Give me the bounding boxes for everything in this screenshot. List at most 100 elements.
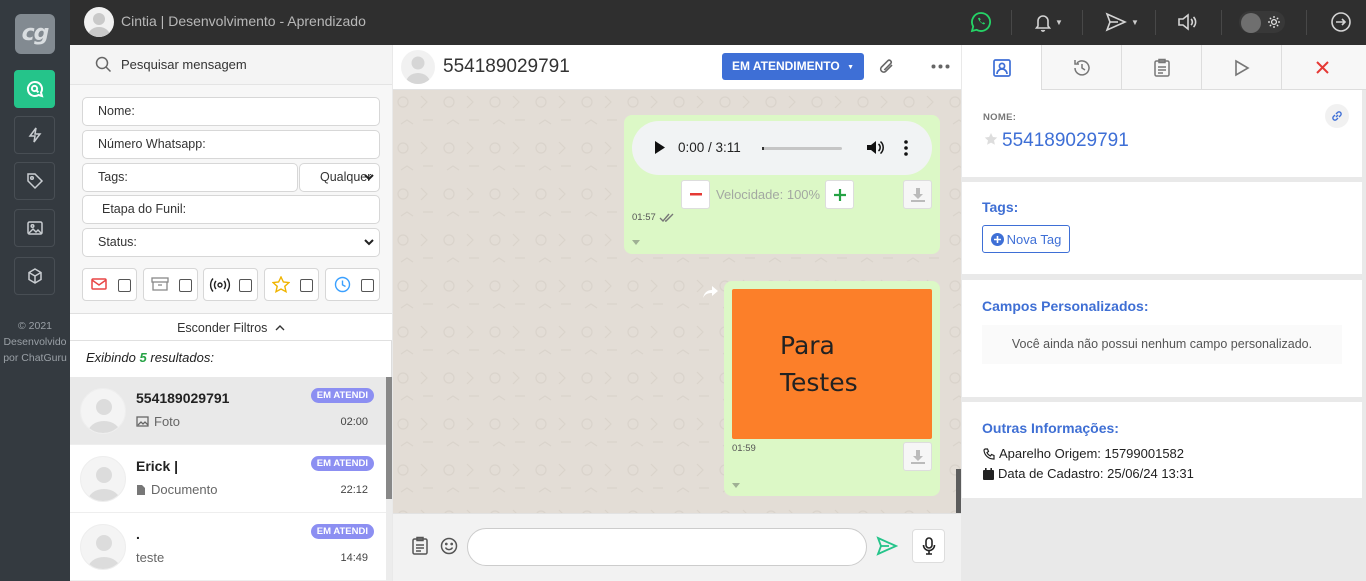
contact-avatar[interactable] [401,50,435,84]
tab-notes[interactable] [1122,45,1202,90]
archived-checkbox[interactable] [179,279,192,292]
message-caret-icon[interactable] [732,483,740,488]
hide-filters-label: Esconder Filtros [177,321,268,335]
chat-list-item[interactable]: 554189029791 Foto EM ATENDI 02:00 [70,377,386,445]
nav-automation-button[interactable] [14,116,55,154]
send-menu-button[interactable]: ▼ [1104,11,1139,33]
filter-favorites[interactable] [264,268,319,301]
search-input[interactable]: Pesquisar mensagem [121,57,247,72]
kebab-menu-icon[interactable] [904,140,908,156]
whatsapp-icon[interactable] [970,11,992,33]
theme-toggle[interactable] [1239,11,1285,33]
paperclip-icon[interactable] [877,56,897,78]
message-time: 01:59 [732,443,756,454]
copyright-text: © 2021 Desenvolvido por ChatGuru [0,318,70,366]
registration-date-info: Data de Cadastro: 25/06/24 13:31 [983,466,1194,481]
contact-card-icon [992,58,1012,78]
tags-filter-input[interactable]: Tags: [82,163,298,192]
decrease-speed-button[interactable] [681,180,710,209]
topbar-divider [1306,10,1307,35]
chat-preview: Foto [136,414,180,429]
download-image-button[interactable] [903,442,932,471]
app-logo[interactable]: cg [15,14,55,54]
chat-time: 22:12 [340,484,368,496]
contact-avatar [80,524,126,570]
chat-time: 14:49 [340,552,368,564]
image-icon [136,416,149,427]
nav-tags-button[interactable] [14,162,55,200]
name-filter-input[interactable]: Nome: [82,97,380,126]
audio-player[interactable]: 0:00 / 3:11 [632,121,932,175]
star-icon [272,276,290,293]
funnel-stage-filter-input[interactable]: Etapa do Funil: [82,195,380,224]
tab-automations[interactable] [1202,45,1282,90]
logout-icon[interactable] [1330,11,1352,33]
download-audio-button[interactable] [903,180,932,209]
filter-scheduled[interactable] [325,268,380,301]
more-options-icon[interactable] [931,64,950,69]
device-origin-text: Aparelho Origem: 15799001582 [999,446,1185,461]
topbar-divider [1011,10,1012,35]
audio-progress-track[interactable] [762,147,842,150]
document-icon [136,484,146,496]
emoji-icon[interactable] [440,537,458,555]
scheduled-checkbox[interactable] [361,279,374,292]
microphone-icon [922,537,936,555]
star-icon[interactable] [984,133,998,146]
message-input[interactable] [467,528,867,566]
unread-checkbox[interactable] [118,279,131,292]
audio-progress-fill [762,147,764,150]
phone-filter-input[interactable]: Número Whatsapp: [82,130,380,159]
chat-preview-text: Foto [154,414,181,429]
close-panel-button[interactable] [1282,45,1362,90]
bell-icon [1034,12,1052,32]
chat-preview: Documento [136,482,217,497]
copy-link-button[interactable] [1325,104,1349,128]
filter-archived[interactable] [143,268,198,301]
chat-search-icon [25,79,45,99]
message-area-scrollbar[interactable] [956,469,961,513]
filter-broadcast[interactable] [203,268,258,301]
forward-icon[interactable] [703,286,718,298]
filter-unread[interactable] [82,268,137,301]
tab-history[interactable] [1042,45,1122,90]
nav-integrations-button[interactable] [14,257,55,295]
record-audio-button[interactable] [912,529,945,563]
chat-list-item[interactable]: Erick | Documento EM ATENDI 22:12 [70,445,386,513]
new-tag-button[interactable]: Nova Tag [982,225,1070,253]
hide-filters-toggle[interactable]: Esconder Filtros [70,313,392,341]
chat-list-item[interactable]: . teste EM ATENDI 14:49 [70,513,386,581]
play-icon[interactable] [654,141,665,154]
status-badge: EM ATENDI [310,456,374,471]
phone-icon [983,447,995,460]
speaker-icon[interactable] [866,139,884,156]
play-icon [1234,59,1250,77]
message-caret-icon[interactable] [632,240,640,245]
chat-list-scroll-thumb[interactable] [386,377,392,499]
nav-chat-button[interactable] [14,70,55,108]
search-icon [95,56,112,73]
status-filter-select[interactable]: Status: [82,228,380,257]
notifications-button[interactable]: ▼ [1034,12,1063,32]
quick-replies-icon[interactable] [411,536,429,556]
chevron-up-icon [275,324,285,331]
attendance-status-dropdown[interactable]: EM ATENDIMENTO ▼ [722,53,864,80]
favorites-checkbox[interactable] [300,279,313,292]
nav-media-button[interactable] [14,209,55,247]
broadcast-checkbox[interactable] [239,279,252,292]
chevron-down-icon: ▼ [1131,17,1139,27]
audio-time: 0:00 / 3:11 [678,140,741,155]
calendar-icon [983,467,994,480]
copyright-line: Desenvolvido [3,336,67,348]
status-select-value: Status: [98,235,137,249]
download-icon [910,187,925,202]
topbar-divider [1082,10,1083,35]
chat-name: 554189029791 [136,390,230,406]
user-avatar[interactable] [84,7,114,37]
volume-icon[interactable] [1176,12,1198,32]
double-check-icon [659,213,675,222]
increase-speed-button[interactable] [825,180,854,209]
minus-icon [689,193,702,196]
tab-contact[interactable] [962,45,1042,91]
send-icon[interactable] [876,536,898,556]
